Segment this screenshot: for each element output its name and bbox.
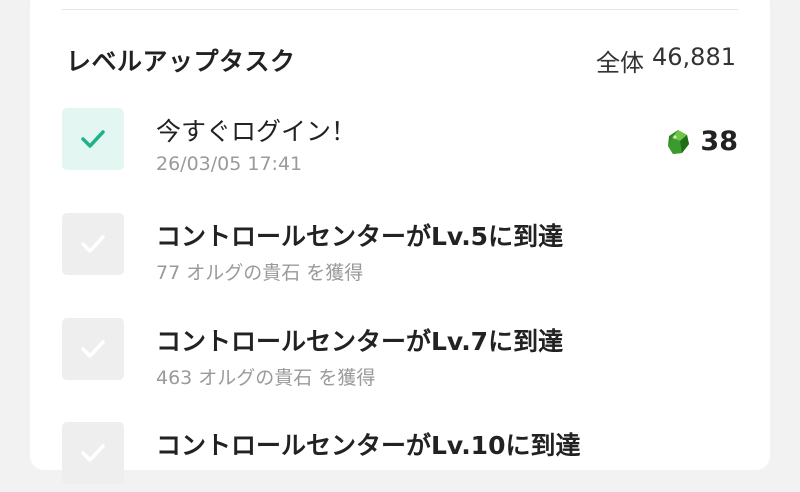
- top-divider: [62, 9, 738, 10]
- task-checkbox-unchecked[interactable]: [62, 318, 124, 380]
- task-checkbox-unchecked[interactable]: [62, 422, 124, 484]
- task-title: 今すぐログイン！: [156, 117, 357, 146]
- task-reward-text: 77 オルグの貴石 を獲得: [156, 262, 364, 284]
- task-item[interactable]: コントロールセンターがLv.7に到達 463 オルグの貴石 を獲得: [62, 318, 738, 389]
- checkmark-icon: [81, 130, 105, 148]
- task-timestamp: 26/03/05 17:41: [156, 153, 303, 175]
- task-checkbox-unchecked[interactable]: [62, 213, 124, 275]
- checkmark-icon: [81, 235, 105, 253]
- checkmark-icon: [81, 340, 105, 358]
- section-header: レベルアップタスク 全体 46,881: [66, 40, 736, 80]
- checkmark-icon: [81, 444, 105, 462]
- reward-value: 38: [700, 126, 738, 157]
- task-title: コントロールセンターがLv.5に到達: [156, 222, 564, 251]
- task-title: コントロールセンターがLv.7に到達: [156, 327, 564, 356]
- task-reward: 38: [666, 126, 738, 157]
- task-item[interactable]: 今すぐログイン！ 26/03/05 17:41 38: [62, 108, 738, 178]
- task-title: コントロールセンターがLv.10に到達: [156, 431, 581, 460]
- green-gem-icon: [668, 129, 690, 154]
- task-item[interactable]: コントロールセンターがLv.10に到達: [62, 422, 738, 492]
- task-item[interactable]: コントロールセンターがLv.5に到達 77 オルグの貴石 を獲得: [62, 213, 738, 284]
- section-title: レベルアップタスク: [66, 47, 296, 76]
- total-count: 全体 46,881: [596, 43, 736, 78]
- total-value: 46,881: [652, 42, 736, 71]
- task-checkbox-checked[interactable]: [62, 108, 124, 170]
- task-reward-text: 463 オルグの貴石 を獲得: [156, 367, 376, 389]
- level-up-task-card: レベルアップタスク 全体 46,881 今すぐログイン！ 26/03/05 17…: [30, 0, 770, 484]
- total-label: 全体: [596, 48, 645, 77]
